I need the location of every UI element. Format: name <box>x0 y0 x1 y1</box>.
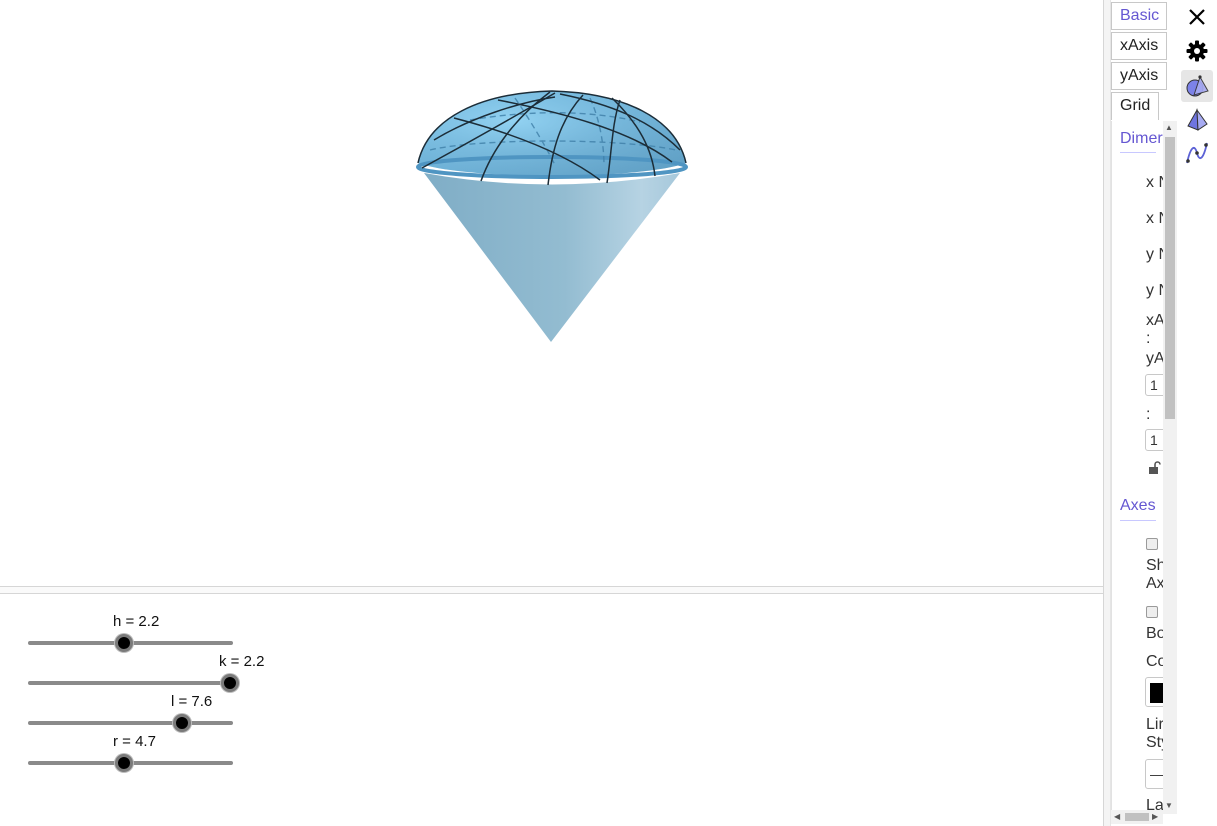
graphics-view-sliders[interactable]: h = 2.2 k = 2.2 l = 7.6 r = 4.7 <box>0 594 1103 826</box>
show-axes-label-2: Ax <box>1146 575 1165 592</box>
yaxis-ratio-label: yA <box>1146 350 1165 367</box>
xaxis-ratio-label: xA <box>1146 312 1165 329</box>
graphics-3d-view[interactable] <box>0 0 1103 587</box>
gear-icon <box>1186 40 1208 62</box>
settings-button[interactable] <box>1181 35 1213 67</box>
graphics-style-icon <box>1186 142 1208 164</box>
tab-grid[interactable]: Grid <box>1111 92 1159 120</box>
slider-k-track[interactable] <box>28 681 233 685</box>
slider-l-knob[interactable] <box>173 714 191 732</box>
scroll-left-icon[interactable]: ◀ <box>1114 812 1120 821</box>
line-style-label: Lir <box>1146 716 1164 733</box>
graphics-3d-style-icon <box>1186 75 1209 97</box>
slider-h-knob[interactable] <box>115 634 133 652</box>
ratio-x-input[interactable]: 1 <box>1145 374 1165 396</box>
tab-xaxis[interactable]: xAxis <box>1111 32 1167 60</box>
section-divider <box>1120 152 1156 153</box>
section-dimensions-title: Dimer <box>1120 130 1163 147</box>
lock-icon[interactable] <box>1148 461 1162 480</box>
properties-horizontal-scrollbar[interactable]: ◀ ▶ <box>1111 810 1163 824</box>
color-button[interactable] <box>1145 677 1165 707</box>
vertical-splitter[interactable] <box>1103 0 1111 826</box>
scrollbar-thumb[interactable] <box>1165 137 1175 419</box>
graphics-3d-style-button[interactable] <box>1181 70 1213 102</box>
close-icon <box>1189 9 1205 25</box>
section-axes-title: Axes <box>1120 497 1156 514</box>
slider-r-knob[interactable] <box>115 754 133 772</box>
properties-vertical-scrollbar[interactable]: ▲ ▼ <box>1163 121 1177 814</box>
tab-yaxis[interactable]: yAxis <box>1111 62 1167 90</box>
slider-r-label: r = 4.7 <box>113 733 156 750</box>
ratio-y-input[interactable]: 1 <box>1145 429 1165 451</box>
line-style-dropdown[interactable]: — <box>1145 759 1165 789</box>
scroll-down-icon[interactable]: ▼ <box>1165 801 1173 811</box>
slider-l-track[interactable] <box>28 721 233 725</box>
ratio-colon: : <box>1146 330 1151 347</box>
scroll-right-icon[interactable]: ▶ <box>1152 812 1158 821</box>
ratio-colon-2: : <box>1146 406 1151 423</box>
cone-surface <box>424 173 680 342</box>
color-swatch <box>1150 683 1164 703</box>
bold-checkbox[interactable] <box>1146 606 1158 618</box>
scrollbar-thumb[interactable] <box>1125 813 1149 821</box>
slider-k-label: k = 2.2 <box>219 653 265 670</box>
slider-k-knob[interactable] <box>221 674 239 692</box>
slider-l-label: l = 7.6 <box>171 693 213 710</box>
properties-content: Dimer x N x N y N y N xA : yA 1 : 1 Axes… <box>1111 121 1165 814</box>
properties-style-sidebar <box>1177 0 1217 826</box>
show-axes-checkbox[interactable] <box>1146 538 1158 550</box>
app-root: h = 2.2 k = 2.2 l = 7.6 r = 4.7 Basic xA… <box>0 0 1217 826</box>
graphics-style-button[interactable] <box>1181 137 1213 169</box>
section-divider <box>1120 520 1156 521</box>
horizontal-splitter[interactable] <box>0 586 1103 594</box>
pyramid-icon <box>1187 108 1208 131</box>
cone-hemisphere-3d-object[interactable] <box>0 0 1103 587</box>
pyramid-style-button[interactable] <box>1181 104 1213 136</box>
close-button[interactable] <box>1181 1 1213 33</box>
tab-basic[interactable]: Basic <box>1111 2 1167 30</box>
scroll-up-icon[interactable]: ▲ <box>1165 123 1173 133</box>
slider-h-label: h = 2.2 <box>113 613 160 630</box>
